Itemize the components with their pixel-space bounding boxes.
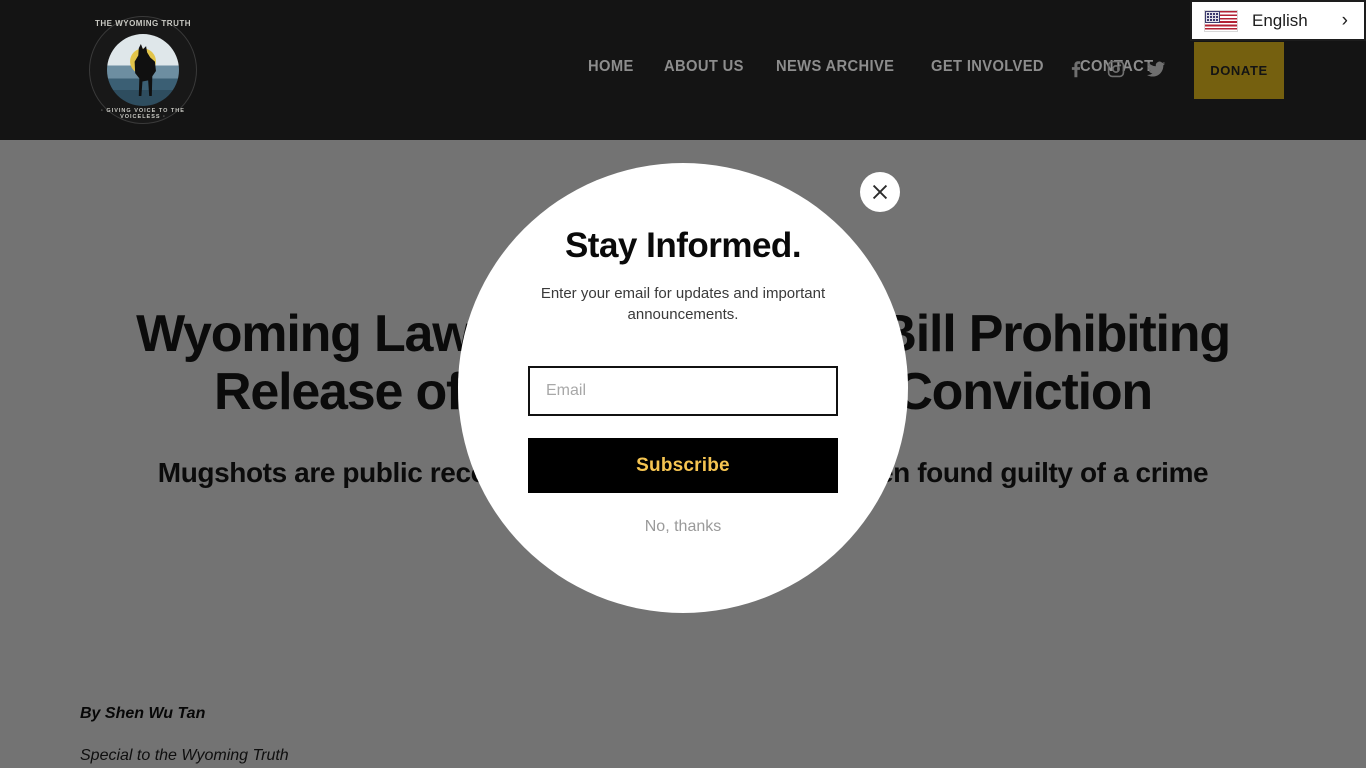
site-header: THE WYOMING TRUTH · GIVING VOICE TO THE … (0, 0, 1366, 140)
subscribe-button[interactable]: Subscribe (528, 438, 838, 493)
logo-text-bottom: · GIVING VOICE TO THE VOICELESS · (101, 108, 185, 120)
pronghorn-icon (134, 44, 156, 96)
us-flag-icon (1204, 9, 1238, 32)
social-links (1065, 58, 1167, 80)
nav-item-about-us[interactable]: ABOUT US (664, 58, 744, 76)
nav-item-home[interactable]: HOME (588, 58, 634, 76)
modal-title: Stay Informed. (564, 226, 802, 265)
logo-emblem (107, 34, 179, 106)
twitter-icon[interactable] (1145, 58, 1167, 80)
nav-item-news-archive[interactable]: NEWS ARCHIVE (776, 58, 894, 76)
newsletter-modal: Stay Informed. Enter your email for upda… (458, 163, 908, 613)
logo-text-top: THE WYOMING TRUTH (94, 19, 192, 28)
email-field[interactable] (528, 366, 838, 416)
modal-subtitle: Enter your email for updates and importa… (540, 285, 826, 323)
article-page: Wyoming Lawmakers Advance Bill Prohibiti… (0, 0, 1366, 768)
instagram-icon[interactable] (1105, 58, 1127, 80)
facebook-icon[interactable] (1065, 58, 1087, 80)
donate-button[interactable]: DONATE (1194, 42, 1284, 99)
chevron-right-icon: › (1341, 10, 1348, 31)
nav-item-get-involved[interactable]: GET INVOLVED (931, 58, 1044, 76)
language-label: English (1252, 10, 1308, 30)
close-icon[interactable] (860, 172, 900, 212)
language-selector[interactable]: English › (1190, 0, 1366, 41)
decline-link[interactable]: No, thanks (458, 518, 908, 536)
site-logo[interactable]: THE WYOMING TRUTH · GIVING VOICE TO THE … (89, 16, 197, 124)
